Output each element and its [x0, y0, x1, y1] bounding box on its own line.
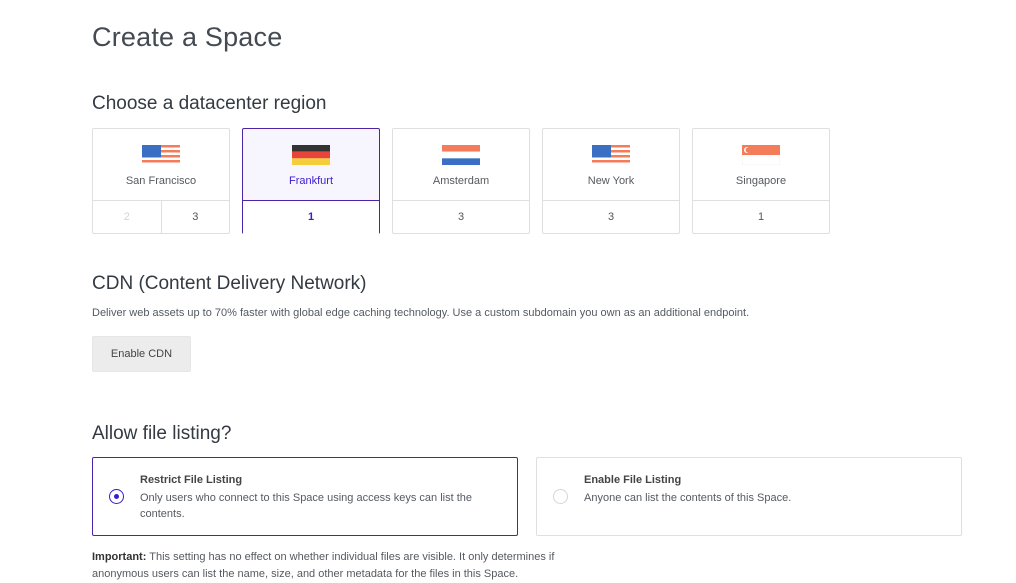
region-name: Singapore [735, 175, 787, 187]
datacenter-option[interactable]: 3 [160, 201, 230, 234]
option-description: Anyone can list the contents of this Spa… [584, 492, 792, 504]
nl-flag-icon [442, 145, 480, 165]
datacenter-row: 3 [393, 200, 529, 234]
cdn-section-title: CDN (Content Delivery Network) [92, 273, 367, 294]
region-card-new-york[interactable]: New York 3 [542, 128, 680, 234]
radio-selected-icon[interactable] [109, 489, 124, 504]
datacenter-option[interactable]: 3 [543, 201, 679, 234]
datacenter-option[interactable]: 1 [243, 201, 379, 234]
datacenter-option[interactable]: 3 [393, 201, 529, 234]
region-list: San Francisco 2 3 Frankfurt 1 Amsterdam … [92, 128, 832, 234]
file-listing-note: Important: This setting has no effect on… [92, 549, 612, 583]
datacenter-row: 1 [693, 200, 829, 234]
create-space-page: Create a Space Choose a datacenter regio… [0, 0, 1016, 580]
file-listing-section-title: Allow file listing? [92, 423, 232, 444]
datacenter-option[interactable]: 1 [693, 201, 829, 234]
region-name: Frankfurt [288, 175, 333, 187]
region-name: San Francisco [125, 175, 197, 187]
option-description: Only users who connect to this Space usi… [140, 492, 472, 520]
region-card-san-francisco[interactable]: San Francisco 2 3 [92, 128, 230, 234]
region-name: New York [587, 175, 635, 187]
de-flag-icon [292, 145, 330, 165]
datacenter-row: 2 3 [93, 200, 229, 234]
datacenter-row: 1 [243, 200, 379, 234]
region-section-title: Choose a datacenter region [92, 93, 327, 114]
region-name: Amsterdam [432, 175, 490, 187]
datacenter-option: 2 [123, 211, 130, 223]
option-title: Enable File Listing [584, 474, 682, 486]
sg-flag-icon [742, 145, 780, 165]
radio-unselected-icon[interactable] [553, 489, 568, 504]
region-card-amsterdam[interactable]: Amsterdam 3 [392, 128, 530, 234]
us-flag-icon [592, 145, 630, 165]
note-label: Important: [92, 551, 147, 563]
restrict-file-listing-option[interactable]: Restrict File Listing Only users who con… [92, 457, 518, 536]
page-title: Create a Space [92, 22, 283, 52]
cdn-description: Deliver web assets up to 70% faster with… [92, 307, 750, 319]
region-card-singapore[interactable]: Singapore 1 [692, 128, 830, 234]
region-card-frankfurt[interactable]: Frankfurt 1 [242, 128, 380, 234]
enable-cdn-button[interactable]: Enable CDN [92, 336, 191, 372]
enable-file-listing-option[interactable]: Enable File Listing Anyone can list the … [536, 457, 962, 536]
datacenter-row: 3 [543, 200, 679, 234]
option-title: Restrict File Listing [140, 474, 243, 486]
us-flag-icon [142, 145, 180, 165]
